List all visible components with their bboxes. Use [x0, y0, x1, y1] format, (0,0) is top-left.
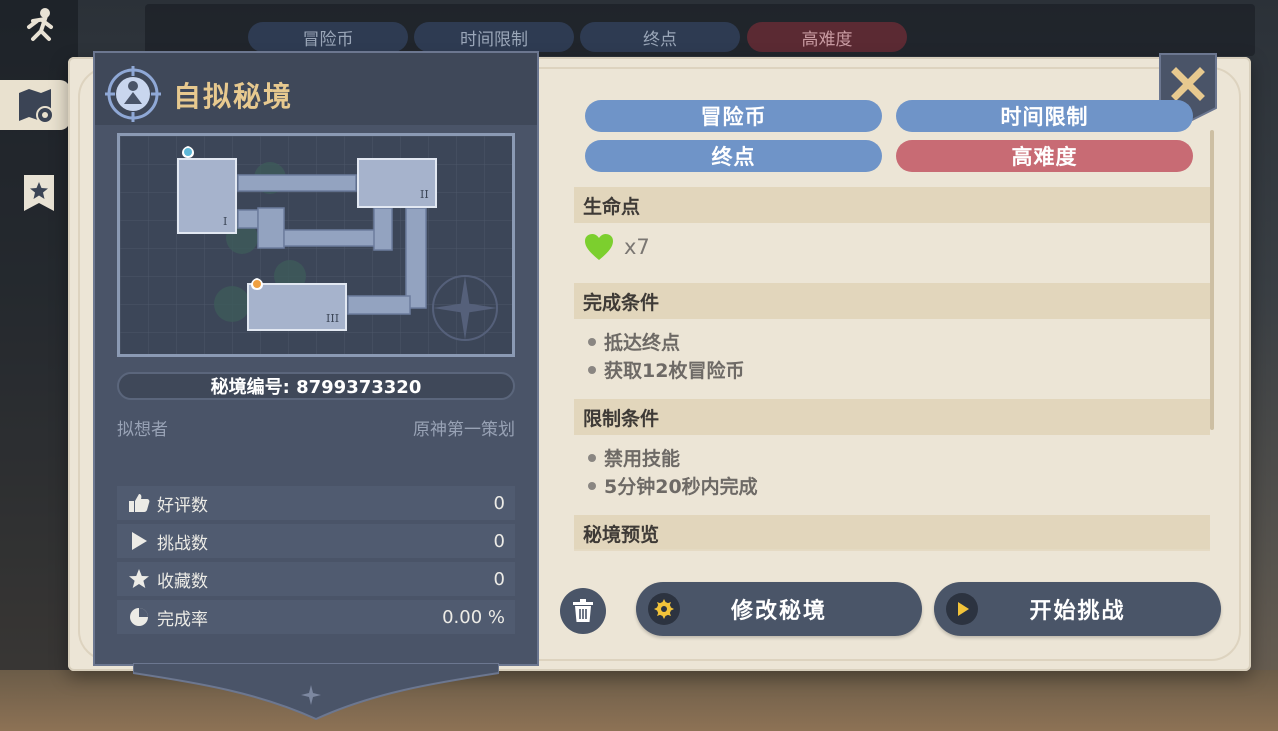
- panel-title: 自拟秘境: [173, 80, 294, 113]
- room-label: II: [420, 188, 429, 201]
- room-label: III: [326, 312, 339, 325]
- running-icon[interactable]: [14, 0, 64, 50]
- map-settings-icon[interactable]: [0, 80, 70, 130]
- tag-end-point: 终点: [585, 140, 882, 172]
- stats-list: 好评数 0 挑战数 0 收藏数 0 完成率 0.00 %: [117, 486, 515, 638]
- stat-value: 0: [493, 492, 505, 514]
- stat-row-challenges: 挑战数 0: [117, 524, 515, 558]
- domain-info-panel: 自拟秘境 I II III 秘境编号: 8799373320 拟想者 原神第一策…: [93, 51, 539, 666]
- stat-row-completion: 完成率 0.00 %: [117, 600, 515, 634]
- start-challenge-label: 开始挑战: [1029, 599, 1126, 624]
- start-challenge-button[interactable]: 开始挑战: [934, 582, 1221, 636]
- content-fade: [574, 549, 1210, 563]
- limit-condition-item: 5分钟20秒内完成: [588, 472, 758, 499]
- play-circle-icon: [946, 593, 978, 625]
- creator-row: 拟想者 原神第一策划: [117, 415, 515, 440]
- tag-time-limit: 时间限制: [896, 100, 1193, 132]
- stat-label: 好评数: [157, 495, 208, 516]
- section-preview-title: 秘境预览: [574, 515, 1210, 551]
- creator-name: 原神第一策划: [413, 420, 515, 440]
- trash-icon: [573, 599, 593, 622]
- creator-label: 拟想者: [117, 420, 168, 440]
- bg-tag: 终点: [580, 22, 740, 52]
- tag-high-difficulty: 高难度: [896, 140, 1193, 172]
- section-hp-title: 生命点: [574, 187, 1210, 223]
- star-icon: [127, 568, 151, 590]
- stat-row-favorites: 收藏数 0: [117, 562, 515, 596]
- domain-id: 秘境编号: 8799373320: [117, 372, 515, 400]
- delete-button[interactable]: [560, 588, 606, 634]
- domain-emblem-icon: [105, 66, 161, 122]
- section-complete-title: 完成条件: [574, 283, 1210, 319]
- bg-tag: 冒险币: [248, 22, 408, 52]
- domain-map-preview: I II III: [117, 133, 515, 357]
- panel-shield-tail: [133, 663, 499, 721]
- tag-adventure-coin: 冒险币: [585, 100, 882, 132]
- room-label: I: [223, 215, 227, 228]
- stat-label: 完成率: [157, 609, 208, 630]
- hp-row: x7: [584, 233, 650, 261]
- play-icon: [127, 530, 151, 552]
- hp-count: x7: [624, 235, 650, 259]
- stat-row-likes: 好评数 0: [117, 486, 515, 520]
- panel-header: 自拟秘境: [95, 53, 537, 125]
- bookmark-star-icon[interactable]: [14, 168, 64, 218]
- stat-label: 挑战数: [157, 533, 208, 554]
- stat-label: 收藏数: [157, 571, 208, 592]
- pie-chart-icon: [127, 606, 151, 628]
- thumbs-up-icon: [127, 492, 151, 514]
- limit-condition-item: 禁用技能: [588, 444, 680, 471]
- bg-tag: 高难度: [747, 22, 907, 52]
- edit-domain-label: 修改秘境: [730, 599, 827, 624]
- stat-value: 0: [493, 530, 505, 552]
- gear-icon: [648, 593, 680, 625]
- section-limit-title: 限制条件: [574, 399, 1210, 435]
- scrollbar[interactable]: [1210, 130, 1214, 430]
- game-sidebar: [0, 0, 78, 731]
- stat-value: 0: [493, 568, 505, 590]
- stat-value: 0.00 %: [442, 606, 505, 628]
- edit-domain-button[interactable]: 修改秘境: [636, 582, 922, 636]
- heart-icon: [585, 234, 613, 260]
- complete-condition-item: 抵达终点: [588, 328, 680, 355]
- bg-tag: 时间限制: [414, 22, 574, 52]
- complete-condition-item: 获取12枚冒险币: [588, 356, 744, 383]
